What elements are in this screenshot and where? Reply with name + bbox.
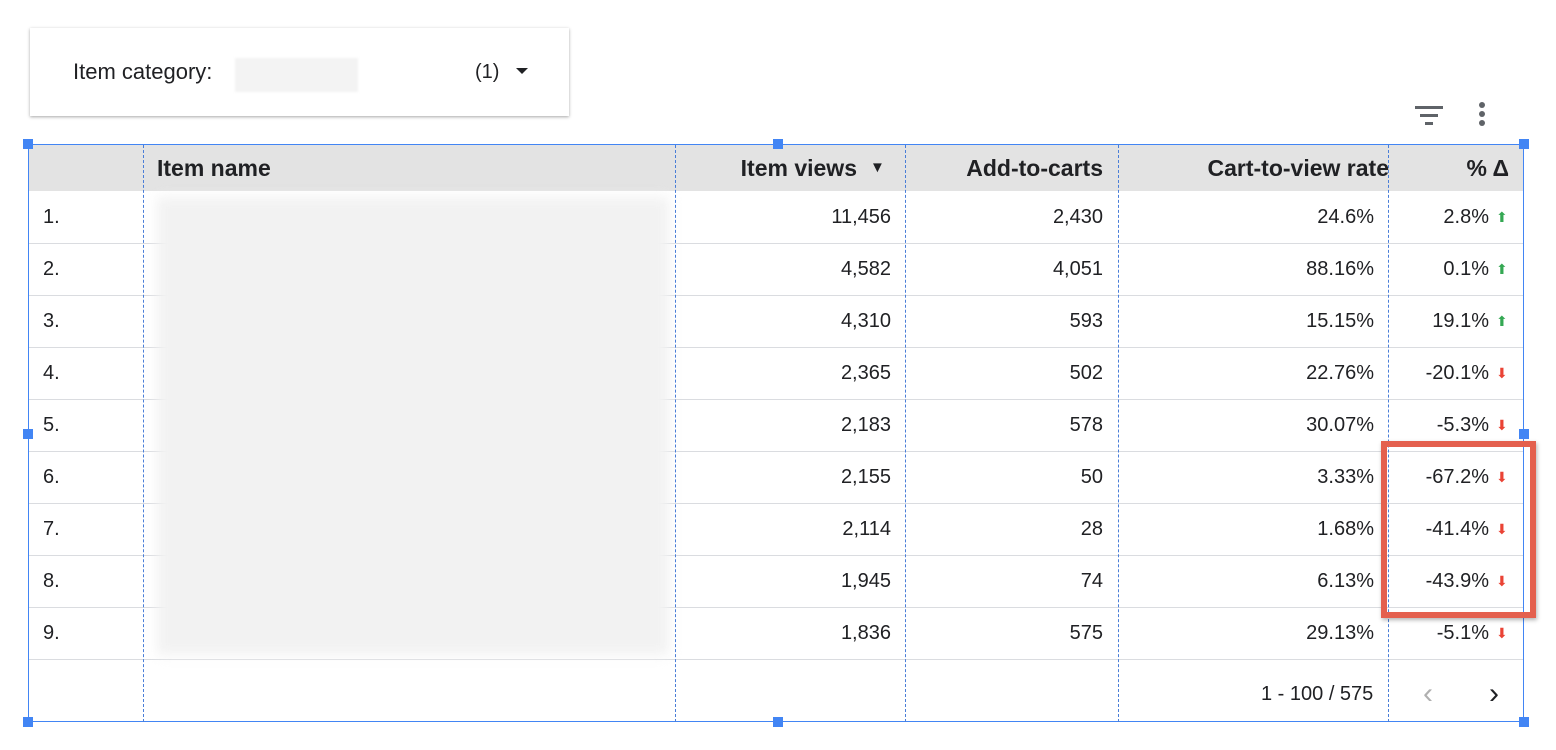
resize-handle[interactable] [1519,717,1529,727]
row-index: 2. [43,258,60,280]
filter-selected-count: (1) [475,61,500,83]
row-index: 8. [43,570,60,592]
cart-to-view-rate-cell: 3.33% [1317,466,1374,488]
arrow-up-icon: ⬆ [1496,313,1508,329]
cart-to-view-rate-cell: 22.76% [1306,362,1374,384]
item-category-filter[interactable]: Item category: (1) [30,28,569,116]
more-vert-icon[interactable] [1470,100,1494,130]
resize-handle[interactable] [773,139,783,149]
percent-change-cell: 19.1% [1432,310,1489,332]
arrow-down-icon: ⬇ [1496,365,1508,381]
row-index: 6. [43,466,60,488]
sort-descending-icon[interactable]: ▼ [870,145,885,191]
item-views-cell: 4,582 [840,258,891,280]
column-header-cart-to-view-rate[interactable]: Cart-to-view rate [1119,145,1389,191]
percent-change-cell: 2.8% [1443,206,1489,228]
item-performance-table: Item name Item views ▼ Add-to-carts Cart… [28,144,1524,722]
resize-handle[interactable] [23,717,33,727]
item-views-cell: 4,310 [840,310,891,332]
cart-to-view-rate-cell: 6.13% [1317,570,1374,592]
item-views-cell: 11,456 [831,206,891,228]
percent-change-cell: -20.1% [1425,362,1489,384]
add-to-carts-cell: 578 [1069,414,1103,436]
column-divider [1118,145,1119,722]
item-views-cell: 2,183 [840,414,891,436]
add-to-carts-cell: 575 [1069,622,1103,644]
dropdown-arrow-icon[interactable] [516,68,528,74]
column-header-percent-change[interactable]: % Δ [1391,145,1509,191]
column-header-add-to-carts[interactable]: Add-to-carts [905,145,1103,191]
filter-value-redacted [235,58,358,92]
column-header-item-views[interactable]: Item views [679,145,857,191]
pagination-range: 1 - 100 / 575 [1261,683,1374,705]
add-to-carts-cell: 593 [1069,310,1103,332]
column-divider [143,145,144,722]
cart-to-view-rate-cell: 29.13% [1306,622,1374,644]
item-views-cell: 1,836 [840,622,891,644]
column-divider [905,145,906,722]
resize-handle[interactable] [1519,139,1529,149]
row-index: 1. [43,206,60,228]
column-divider [1388,145,1389,722]
row-index: 7. [43,518,60,540]
row-index: 4. [43,362,60,384]
item-views-cell: 2,155 [840,466,891,488]
item-names-redacted [157,197,669,655]
percent-change-cell: 0.1% [1443,258,1489,280]
arrow-up-icon: ⬆ [1496,209,1508,225]
column-divider [675,145,676,722]
previous-page-icon[interactable]: ‹ [1423,677,1433,711]
table-header-row: Item name Item views ▼ Add-to-carts Cart… [29,145,1523,191]
resize-handle[interactable] [1519,429,1529,439]
cart-to-view-rate-cell: 88.16% [1306,258,1374,280]
add-to-carts-cell: 74 [1080,570,1103,592]
add-to-carts-cell: 2,430 [1052,206,1103,228]
highlight-box [1381,441,1536,618]
add-to-carts-cell: 28 [1080,518,1103,540]
row-index: 5. [43,414,60,436]
item-views-cell: 2,365 [840,362,891,384]
row-index: 3. [43,310,60,332]
resize-handle[interactable] [23,429,33,439]
item-views-cell: 1,945 [840,570,891,592]
resize-handle[interactable] [773,717,783,727]
add-to-carts-cell: 50 [1080,466,1103,488]
cart-to-view-rate-cell: 30.07% [1306,414,1374,436]
cart-to-view-rate-cell: 24.6% [1317,206,1374,228]
row-index: 9. [43,622,60,644]
filter-list-icon[interactable] [1414,103,1444,127]
cart-to-view-rate-cell: 15.15% [1306,310,1374,332]
column-header-item-name[interactable]: Item name [157,145,271,191]
add-to-carts-cell: 502 [1069,362,1103,384]
resize-handle[interactable] [23,139,33,149]
cart-to-view-rate-cell: 1.68% [1317,518,1374,540]
filter-label: Item category: [73,59,213,84]
item-views-cell: 2,114 [842,518,891,540]
add-to-carts-cell: 4,051 [1052,258,1103,280]
arrow-up-icon: ⬆ [1496,261,1508,277]
next-page-icon[interactable]: › [1489,677,1499,711]
